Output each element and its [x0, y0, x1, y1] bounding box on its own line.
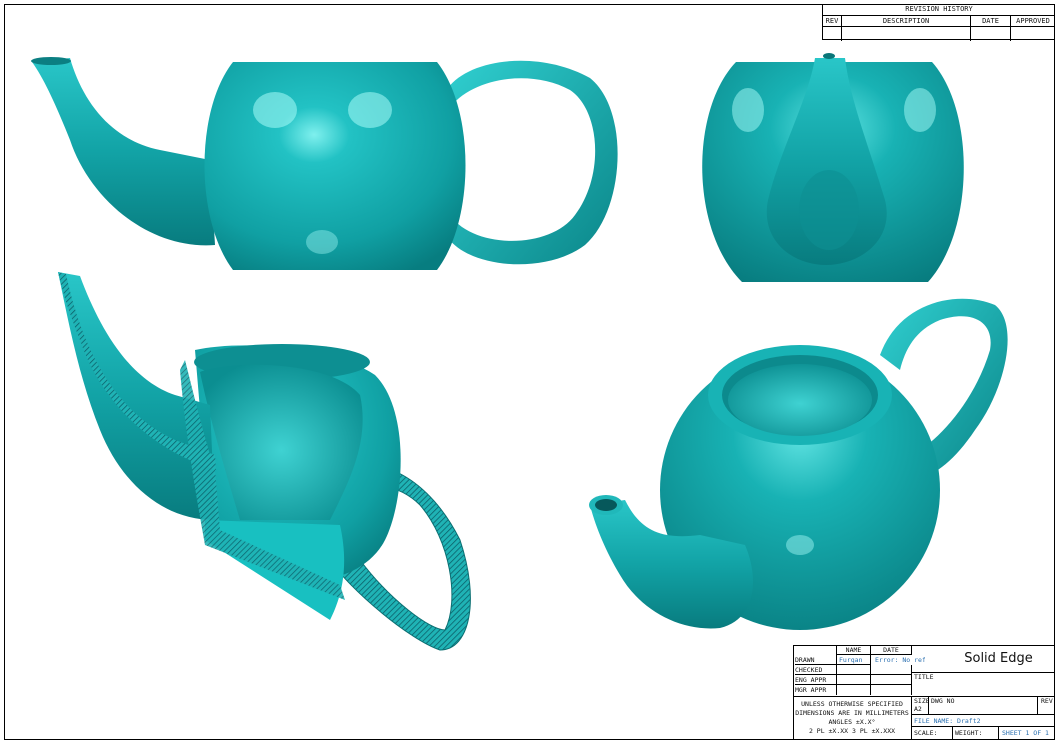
checked-label: CHECKED: [795, 665, 836, 675]
tolerance-note-line: ANGLES ±X.X°: [828, 718, 876, 726]
revision-history-empty-row: [823, 27, 1055, 41]
date-column-header: DATE: [971, 16, 1011, 26]
size-value: A2: [914, 705, 922, 713]
name-header: NAME: [836, 645, 870, 655]
revision-history-header-row: REV DESCRIPTION DATE APPROVED: [823, 16, 1055, 27]
tolerance-notes: UNLESS OTHERWISE SPECIFIED DIMENSIONS AR…: [793, 696, 912, 740]
tolerance-note-line: 2 PL ±X.XX 3 PL ±X.XXX: [808, 727, 896, 735]
tolerance-note-line: DIMENSIONS ARE IN MILLIMETERS: [795, 709, 909, 717]
size-label: SIZE: [914, 697, 928, 705]
drawing-views: [31, 53, 1008, 651]
title-block: NAME DATE DRAWN Furqan Error: No referen…: [793, 645, 1055, 740]
revision-history-table: REVISION HISTORY REV DESCRIPTION DATE AP…: [822, 4, 1055, 41]
scale-label: SCALE:: [914, 729, 938, 737]
teapot-section-view: [58, 272, 471, 651]
teapot-iso-view: [589, 298, 1008, 630]
mgr-appr-label: MGR APPR: [795, 686, 827, 694]
company-name: Solid Edge: [912, 645, 1055, 673]
rev-label: REV: [1037, 697, 1055, 715]
approved-column-header: APPROVED: [1016, 17, 1050, 25]
title-label: TITLE: [912, 673, 1055, 697]
revision-history-title: REVISION HISTORY: [823, 4, 1055, 16]
eng-appr-label: ENG APPR: [795, 675, 836, 685]
drawn-label: DRAWN: [795, 655, 836, 665]
teapot-side-view: [31, 57, 618, 270]
teapot-front-view: [702, 53, 964, 282]
date-header: DATE: [870, 645, 912, 655]
sheet-label: SHEET 1 OF 1: [998, 727, 1055, 740]
size-field: SIZE A2: [912, 697, 928, 715]
file-name: FILE NAME: Draft2: [912, 715, 1055, 727]
weight-label: WEIGHT:: [952, 727, 998, 740]
dwg-no-label: DWG NO: [928, 697, 1037, 715]
description-column-header: DESCRIPTION: [842, 16, 971, 26]
rev-column-header: REV: [823, 16, 842, 26]
drawn-name: Furqan: [836, 655, 870, 665]
tolerance-note-line: UNLESS OTHERWISE SPECIFIED: [801, 700, 903, 708]
